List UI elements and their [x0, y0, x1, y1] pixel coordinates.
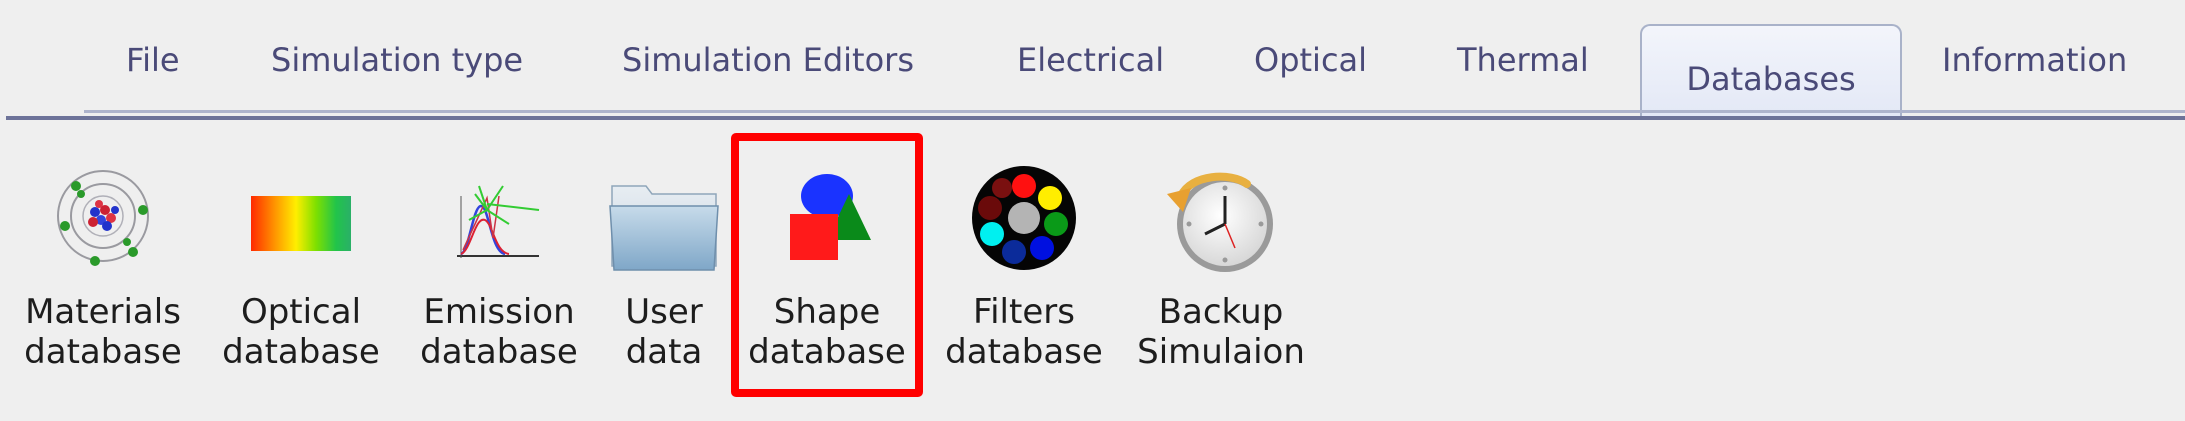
color-filter-wheel-icon — [964, 166, 1084, 286]
tab-optical[interactable]: Optical — [1254, 40, 1367, 80]
user-data-button[interactable]: User data — [604, 166, 724, 386]
filters-database-label: Filters database — [945, 292, 1103, 372]
user-data-label: User data — [625, 292, 703, 372]
atom-icon — [43, 166, 163, 286]
backup-simulation-label: Backup Simulaion — [1137, 292, 1305, 372]
shape-database-label: Shape database — [748, 292, 906, 372]
clock-restore-icon — [1161, 166, 1281, 286]
tab-simulation-type[interactable]: Simulation type — [271, 40, 523, 80]
folder-icon — [604, 166, 724, 286]
tab-information[interactable]: Information — [1942, 40, 2127, 80]
filters-database-button[interactable]: Filters database — [935, 166, 1113, 386]
materials-database-label: Materials database — [24, 292, 182, 372]
tab-thermal[interactable]: Thermal — [1457, 40, 1589, 80]
tab-file[interactable]: File — [126, 40, 180, 80]
emission-database-button[interactable]: Emission database — [410, 166, 588, 386]
emission-database-label: Emission database — [420, 292, 578, 372]
tab-simulation-editors[interactable]: Simulation Editors — [622, 40, 914, 80]
materials-database-button[interactable]: Materials database — [14, 166, 192, 386]
optical-database-button[interactable]: Optical database — [212, 166, 390, 386]
shape-database-button[interactable]: Shape database — [738, 166, 916, 386]
optical-database-label: Optical database — [222, 292, 380, 372]
tab-electrical[interactable]: Electrical — [1017, 40, 1164, 80]
ribbon-tab-bar: File Simulation type Simulation Editors … — [0, 0, 2185, 120]
tab-bar-separator-light — [84, 110, 2185, 113]
tab-bar-separator — [6, 116, 2185, 120]
shapes-icon — [767, 166, 887, 286]
spectrum-icon — [241, 166, 361, 286]
emission-spectrum-icon — [439, 166, 559, 286]
backup-simulation-button[interactable]: Backup Simulaion — [1132, 166, 1310, 386]
tab-databases[interactable]: Databases — [1640, 24, 1902, 118]
